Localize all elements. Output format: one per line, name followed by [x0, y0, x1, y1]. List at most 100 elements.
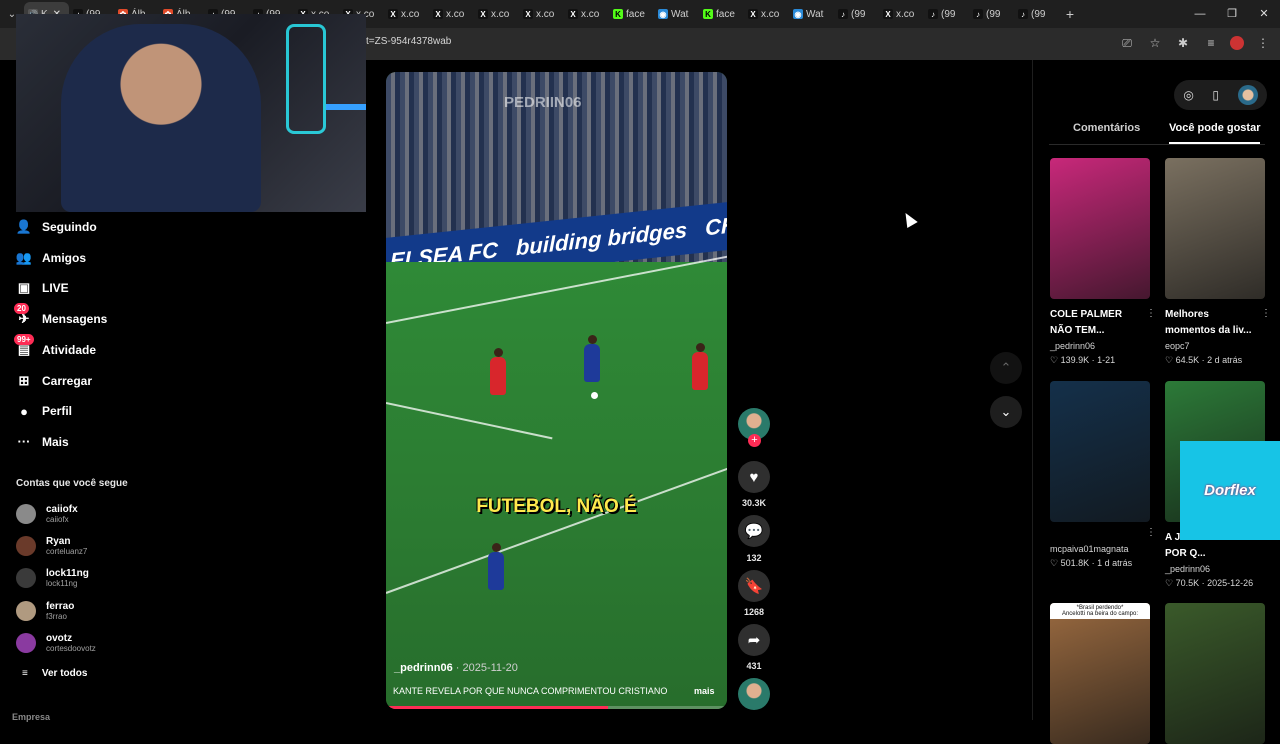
followed-account[interactable]: ovotz cortesdoovotz [16, 630, 156, 656]
browser-tab[interactable]: ♪(99 [969, 2, 1014, 26]
video-thumbnail[interactable] [1165, 603, 1265, 744]
bookmark-star-icon[interactable]: ☆ [1146, 34, 1164, 52]
video-thumbnail[interactable] [1050, 381, 1150, 522]
recommended-video-card[interactable] [1165, 603, 1265, 744]
see-all-link[interactable]: ≡ Ver todos [22, 668, 87, 679]
recommended-video-card[interactable]: ⋮ mcpaiva01magnata ♡ 501.8K · 1 d atrás [1050, 381, 1156, 570]
phone-icon[interactable]: ▯ [1212, 88, 1219, 102]
followed-account[interactable]: lock11ng lock11ng [16, 565, 156, 591]
browser-tab[interactable]: ♪(99 [924, 2, 969, 26]
card-title[interactable]: COLE PALMER NÃO TEM... [1050, 307, 1138, 339]
player-blue [584, 335, 600, 382]
followed-account[interactable]: Ryan corteluanz7 [16, 533, 156, 559]
browser-tab-label: x.co [581, 8, 600, 20]
followed-account[interactable]: caiiofx caiiofx [16, 501, 156, 527]
video-player[interactable]: ELSEA FC building bridges CHE PEDRIIN06 … [386, 72, 727, 709]
browser-tab[interactable]: ◉ Wat [654, 2, 699, 26]
following-accounts-title: Contas que você segue [16, 478, 128, 489]
browser-menu-icon[interactable]: ⋮ [1254, 34, 1272, 52]
recommended-video-card[interactable]: Melhores momentos da liv... ⋮ eopc7 ♡ 64.5K… [1165, 158, 1271, 367]
account-name: Ryan [46, 536, 71, 548]
share-button[interactable]: ➦ [738, 624, 770, 656]
media-icon[interactable]: ≡ [1202, 34, 1220, 52]
dorflex-ad[interactable]: Dorflex [1180, 441, 1280, 540]
x-icon: X [748, 9, 758, 19]
card-meta: ♡ 70.5K · 2025-12-26 [1165, 578, 1254, 588]
more-options-icon[interactable]: ⋮ [1261, 308, 1271, 319]
comment-button[interactable]: 💬 [738, 515, 770, 547]
like-button[interactable]: ♥ [738, 461, 770, 493]
browser-tab-label: x.co [446, 8, 465, 20]
compass-icon[interactable]: ◎ [1183, 88, 1193, 102]
browser-tab[interactable]: Xx.co [564, 2, 609, 26]
account-text: ferrao f3rrao [46, 601, 74, 621]
video-more-link[interactable]: mais [694, 686, 715, 696]
tab-comments[interactable]: Comentários [1073, 122, 1140, 142]
card-title[interactable]: Melhores momentos da liv... [1165, 307, 1253, 339]
video-progress-bar[interactable] [386, 706, 727, 709]
footer-company-link[interactable]: Empresa [12, 712, 50, 722]
save-button[interactable]: 🔖 [738, 570, 770, 602]
sidebar-item-label: Mais [42, 434, 69, 449]
chevron-down-icon: ⌄ [1000, 404, 1012, 419]
followed-account[interactable]: ferrao f3rrao [16, 598, 156, 624]
like-count: 30.3K [741, 498, 767, 508]
browser-tab[interactable]: Kface [609, 2, 654, 26]
close-window-button[interactable]: ✕ [1248, 0, 1280, 28]
account-handle: caiiofx [46, 515, 69, 524]
browser-tab[interactable]: Xx.co [519, 2, 564, 26]
sound-avatar[interactable] [738, 678, 770, 710]
browser-tab[interactable]: ♪(99 [834, 2, 879, 26]
sidebar-item-upload[interactable]: ⊞ Carregar [16, 370, 92, 392]
browser-tab[interactable]: Xx.co [879, 2, 924, 26]
kick-icon: K [613, 9, 623, 19]
card-author[interactable]: eopc7 [1165, 339, 1265, 353]
install-app-icon[interactable]: ⎚ [1118, 34, 1136, 52]
video-progress-fill [386, 706, 608, 709]
sidebar-item-messages[interactable]: ✈ 20 Mensagens [14, 303, 107, 330]
browser-tab[interactable]: Xx.co [474, 2, 519, 26]
restore-button[interactable]: ❐ [1216, 0, 1248, 28]
led-light [286, 24, 326, 134]
sidebar-item-more[interactable]: ··· Mais [16, 431, 69, 453]
extensions-icon[interactable]: ✱ [1174, 34, 1192, 52]
browser-tab[interactable]: Xx.co [429, 2, 474, 26]
video-thumbnail[interactable] [1050, 158, 1150, 299]
video-author-name[interactable]: _pedrinn06 [394, 662, 453, 674]
more-options-icon[interactable]: ⋮ [1146, 308, 1156, 319]
browser-tab[interactable]: Kface [699, 2, 744, 26]
right-toolbar: ◎ ▯ [1174, 80, 1267, 110]
recommended-video-card[interactable]: COLE PALMER NÃO TEM... ⋮ _pedrinn06 ♡ 139.9… [1050, 158, 1156, 367]
minimize-button[interactable]: — [1184, 0, 1216, 28]
browser-tab-label: face [626, 8, 645, 20]
sidebar-item-live[interactable]: ▣ LIVE [16, 277, 69, 299]
browser-tab[interactable]: Xx.co [744, 2, 789, 26]
sidebar-item-activity[interactable]: ▤ 99+ Atividade [14, 333, 96, 361]
video-thumbnail[interactable]: *Brasil perdendo* Ancelotti na beira do c… [1050, 603, 1150, 744]
browser-tab[interactable]: Xx.co [384, 2, 429, 26]
sidebar-item-following[interactable]: 👤 Seguindo [16, 216, 97, 238]
upload-icon: ⊞ [18, 372, 30, 388]
recommended-video-card[interactable]: *Brasil perdendo* Ancelotti na beira do c… [1050, 603, 1150, 744]
sidebar-item-profile[interactable]: ● Perfil [16, 400, 72, 422]
next-video-button[interactable]: ⌄ [990, 396, 1022, 428]
more-options-icon[interactable]: ⋮ [1146, 527, 1156, 538]
follow-plus-icon[interactable]: + [748, 434, 761, 447]
card-author[interactable]: _pedrinn06 [1165, 562, 1265, 576]
bookmark-icon: 🔖 [744, 578, 764, 595]
new-tab-button[interactable]: + [1059, 6, 1081, 22]
browser-tab[interactable]: ♪(99 [1014, 2, 1059, 26]
sidebar-item-friends[interactable]: 👥 Amigos [16, 247, 86, 269]
avatar [16, 600, 36, 621]
card-author[interactable]: _pedrinn06 [1050, 339, 1150, 353]
card-author[interactable]: mcpaiva01magnata [1050, 542, 1150, 556]
previous-video-button[interactable]: ⌃ [990, 352, 1022, 384]
sidebar-item-label: Amigos [42, 250, 87, 265]
video-thumbnail[interactable] [1165, 158, 1265, 299]
browser-tab[interactable]: ◉ Wat [789, 2, 834, 26]
tab-you-may-like[interactable]: Você pode gostar [1169, 122, 1261, 144]
video-author[interactable]: _pedrinn06 · 2025-11-20 [394, 662, 518, 674]
url-field[interactable]: t=ZS-954r4378wab [366, 36, 451, 47]
profile-avatar-icon[interactable] [1230, 36, 1244, 50]
user-avatar[interactable] [1237, 85, 1258, 105]
